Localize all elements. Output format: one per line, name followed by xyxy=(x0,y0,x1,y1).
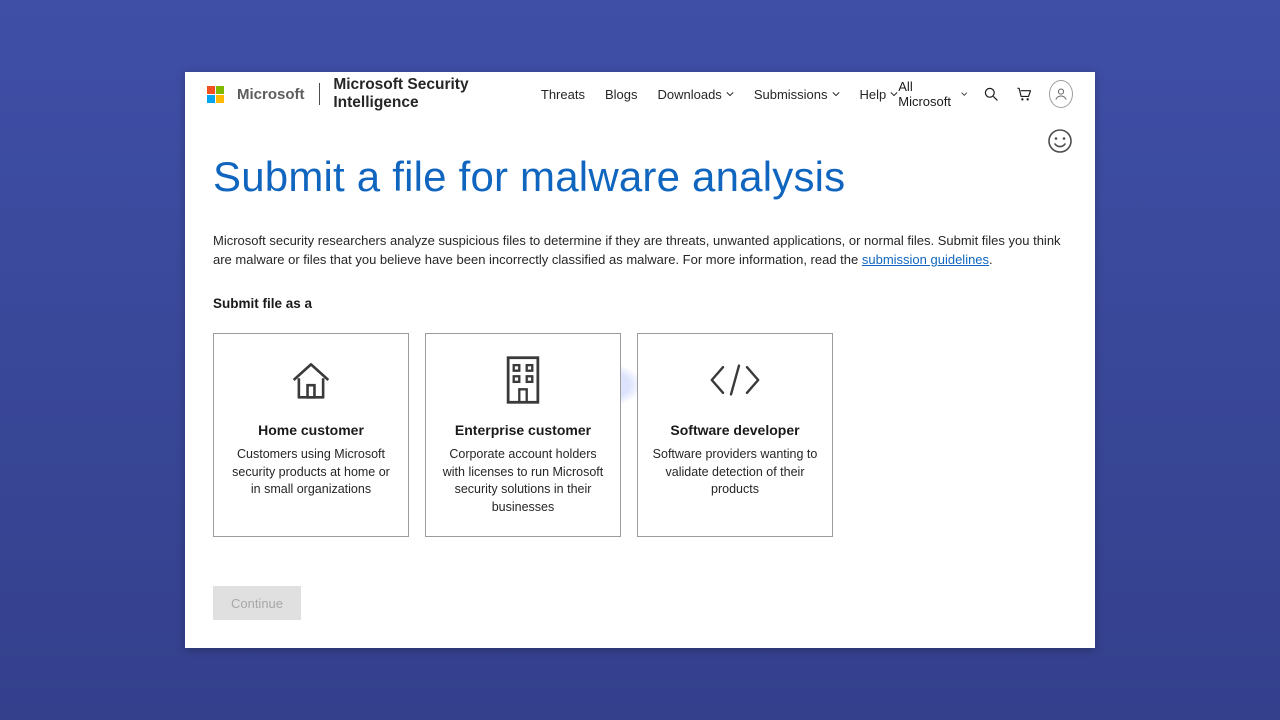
primary-nav: Threats Blogs Downloads Submissions Help xyxy=(541,87,898,102)
secondary-nav: All Microsoft xyxy=(898,79,1073,109)
card-desc: Corporate account holders with licenses … xyxy=(440,446,606,516)
continue-button[interactable]: Continue xyxy=(213,586,301,620)
cart-icon xyxy=(1015,85,1033,103)
card-software-developer[interactable]: Software developer Software providers wa… xyxy=(637,333,833,537)
page-window: Microsoft Microsoft Security Intelligenc… xyxy=(185,72,1095,648)
submission-guidelines-link[interactable]: submission guidelines xyxy=(862,252,989,267)
nav-submissions[interactable]: Submissions xyxy=(754,87,840,102)
section-subheading: Submit file as a xyxy=(213,296,1067,311)
nav-label: Downloads xyxy=(657,87,721,102)
global-navbar: Microsoft Microsoft Security Intelligenc… xyxy=(185,72,1095,116)
nav-label: Threats xyxy=(541,87,585,102)
chevron-down-icon xyxy=(890,90,898,98)
nav-blogs[interactable]: Blogs xyxy=(605,87,638,102)
main-content: Submit a file for malware analysis Micro… xyxy=(213,152,1067,537)
feedback-button[interactable] xyxy=(1047,128,1073,154)
chevron-down-icon xyxy=(832,90,840,98)
card-title: Software developer xyxy=(670,422,799,438)
nav-help[interactable]: Help xyxy=(860,87,899,102)
person-icon xyxy=(1053,86,1069,102)
cart-button[interactable] xyxy=(1015,85,1033,103)
sign-in-button[interactable] xyxy=(1049,80,1073,108)
card-desc: Software providers wanting to validate d… xyxy=(652,446,818,499)
nav-label: Help xyxy=(860,87,887,102)
code-icon xyxy=(707,352,763,408)
smiley-icon xyxy=(1047,128,1073,154)
building-icon xyxy=(495,352,551,408)
nav-label: Blogs xyxy=(605,87,638,102)
nav-threats[interactable]: Threats xyxy=(541,87,585,102)
intro-text-post: . xyxy=(989,252,993,267)
nav-downloads[interactable]: Downloads xyxy=(657,87,733,102)
chevron-down-icon xyxy=(961,90,968,98)
card-title: Home customer xyxy=(258,422,364,438)
card-title: Enterprise customer xyxy=(455,422,591,438)
microsoft-logo-icon xyxy=(207,86,224,103)
card-desc: Customers using Microsoft security produ… xyxy=(228,446,394,499)
nav-divider xyxy=(319,83,320,105)
chevron-down-icon xyxy=(726,90,734,98)
microsoft-logo[interactable]: Microsoft xyxy=(207,86,305,103)
microsoft-wordmark: Microsoft xyxy=(237,86,305,103)
intro-paragraph: Microsoft security researchers analyze s… xyxy=(213,232,1067,270)
card-home-customer[interactable]: Home customer Customers using Microsoft … xyxy=(213,333,409,537)
product-name[interactable]: Microsoft Security Intelligence xyxy=(333,76,523,112)
page-title: Submit a file for malware analysis xyxy=(213,152,1067,202)
home-icon xyxy=(283,352,339,408)
nav-label: All Microsoft xyxy=(898,79,956,109)
search-button[interactable] xyxy=(983,86,999,102)
card-enterprise-customer[interactable]: Enterprise customer Corporate account ho… xyxy=(425,333,621,537)
persona-cards: Home customer Customers using Microsoft … xyxy=(213,333,1067,537)
nav-label: Submissions xyxy=(754,87,828,102)
all-microsoft-menu[interactable]: All Microsoft xyxy=(898,79,967,109)
search-icon xyxy=(983,86,999,102)
